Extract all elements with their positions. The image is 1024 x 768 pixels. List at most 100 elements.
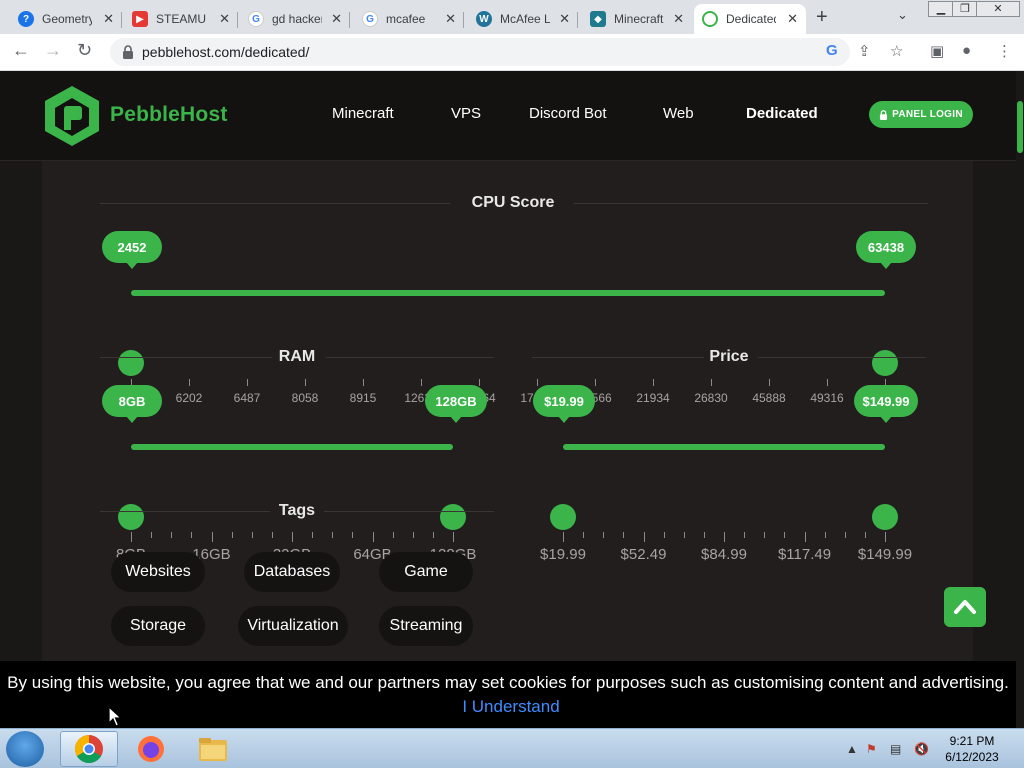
firefox-taskbar-button[interactable] <box>122 731 180 767</box>
browser-tab[interactable]: ◆ Minecraft ✕ <box>582 4 692 34</box>
scale-tick <box>231 532 233 538</box>
scrollbar-thumb[interactable] <box>1017 101 1023 153</box>
sidebar-icon[interactable]: ▣ <box>930 42 944 60</box>
browser-toolbar: ← → ↻ pebblehost.com/dedicated/ G ⇪ ☆ ▣ … <box>0 34 1024 71</box>
scale-tick <box>363 379 364 386</box>
close-icon[interactable]: ✕ <box>219 11 230 27</box>
scale-tick <box>421 379 422 386</box>
browser-tab-active[interactable]: Dedicated ✕ <box>694 4 806 34</box>
price-max-slider-handle[interactable] <box>872 504 898 530</box>
close-icon[interactable]: ✕ <box>787 11 798 27</box>
star-icon[interactable]: ☆ <box>890 42 903 60</box>
scale-tick <box>247 379 248 386</box>
scale-tick <box>769 379 770 386</box>
ram-slider-track[interactable] <box>131 444 453 450</box>
close-icon[interactable]: ✕ <box>559 11 570 27</box>
cpu-slider-track[interactable] <box>131 290 885 296</box>
tag-websites-button[interactable]: Websites <box>111 552 205 592</box>
steam-icon: ▶ <box>132 11 148 27</box>
panel-login-label: PANEL LOGIN <box>892 109 963 120</box>
pebblehost-logo-icon[interactable] <box>42 84 102 148</box>
tab-separator <box>121 12 122 28</box>
tag-streaming-button[interactable]: Streaming <box>379 606 473 646</box>
nav-link-minecraft[interactable]: Minecraft <box>332 105 394 122</box>
reload-icon[interactable]: ↻ <box>77 40 92 61</box>
scale-tick <box>844 532 846 538</box>
close-icon[interactable]: ✕ <box>103 11 114 27</box>
google-lens-icon[interactable]: G <box>826 42 838 59</box>
minimize-icon[interactable]: ▁ <box>928 1 954 17</box>
close-window-icon[interactable]: ✕ <box>976 1 1020 17</box>
scale-tick-label: $149.99 <box>857 546 913 563</box>
scale-tick-label: $84.99 <box>701 546 747 563</box>
chevron-up-icon <box>954 600 976 614</box>
lock-icon <box>880 109 888 120</box>
forward-icon[interactable]: → <box>44 40 62 61</box>
scale-tick <box>171 532 173 538</box>
close-icon[interactable]: ✕ <box>445 11 456 27</box>
scale-tick <box>151 532 153 538</box>
nav-link-dedicated[interactable]: Dedicated <box>746 105 818 122</box>
scale-tick <box>305 379 306 386</box>
scale-tick-label: $52.49 <box>620 546 667 563</box>
site-header: PebbleHost Minecraft VPS Discord Bot Web… <box>0 71 1016 161</box>
start-button[interactable] <box>6 731 44 767</box>
tab-separator <box>577 12 578 28</box>
clock-date: 6/12/2023 <box>945 750 999 764</box>
new-tab-icon[interactable]: + <box>816 6 828 29</box>
system-clock[interactable]: 9:21 PM 6/12/2023 <box>940 733 1004 765</box>
browser-tab[interactable]: G mcafee ✕ <box>354 4 464 34</box>
address-bar[interactable]: pebblehost.com/dedicated/ <box>110 38 850 66</box>
explorer-taskbar-button[interactable] <box>184 731 242 767</box>
share-icon[interactable]: ⇪ <box>858 42 871 60</box>
scroll-to-top-button[interactable] <box>944 587 986 627</box>
divider <box>532 357 704 358</box>
tab-separator <box>349 12 350 28</box>
divider <box>100 511 270 512</box>
wordpress-icon: W <box>476 11 492 27</box>
scale-tick-label: $117.49 <box>777 546 832 563</box>
chrome-taskbar-button[interactable] <box>60 731 118 767</box>
price-slider-track[interactable] <box>563 444 885 450</box>
profile-icon[interactable]: ● <box>962 42 971 59</box>
browser-tab[interactable]: W McAfee LiveSafe ✕ <box>468 4 578 34</box>
menu-icon[interactable]: ⋮ <box>997 42 1012 60</box>
scale-tick <box>479 379 480 386</box>
windows-taskbar: ▲ ⚑ ▤ 🔇 9:21 PM 6/12/2023 <box>0 728 1024 768</box>
cube-icon: ◆ <box>590 11 606 27</box>
close-icon[interactable]: ✕ <box>331 11 342 27</box>
divider <box>100 203 450 204</box>
scale-tick-label: $19.99 <box>540 546 586 563</box>
page-scrollbar[interactable] <box>1016 71 1024 728</box>
tag-game-button[interactable]: Game <box>379 552 473 592</box>
price-min-slider-handle[interactable] <box>550 504 576 530</box>
tag-databases-button[interactable]: Databases <box>244 552 340 592</box>
volume-muted-icon[interactable]: 🔇 <box>914 742 929 756</box>
panel-login-button[interactable]: PANEL LOGIN <box>869 101 973 128</box>
scale-tick <box>332 532 334 538</box>
scale-tick <box>683 532 685 538</box>
browser-tab[interactable]: G gd hacker ✕ <box>240 4 350 34</box>
browser-tab[interactable]: ? Geometry ✕ <box>10 4 122 34</box>
chevron-down-icon[interactable]: ⌄ <box>897 7 908 23</box>
tag-storage-button[interactable]: Storage <box>111 606 205 646</box>
nav-link-web[interactable]: Web <box>663 105 694 122</box>
scale-tick-label: 6487 <box>233 391 261 405</box>
nav-link-discord-bot[interactable]: Discord Bot <box>529 105 607 122</box>
tag-virtualization-button[interactable]: Virtualization <box>238 606 348 646</box>
scale-tick <box>537 379 538 386</box>
nav-link-vps[interactable]: VPS <box>451 105 481 122</box>
close-icon[interactable]: ✕ <box>673 11 684 27</box>
browser-tab[interactable]: ▶ STEAMUNLOCKED ✕ <box>124 4 238 34</box>
logo-text[interactable]: PebbleHost <box>110 103 228 127</box>
scale-tick <box>432 532 434 538</box>
divider <box>326 357 494 358</box>
cookie-accept-link[interactable]: I Understand <box>462 697 559 716</box>
scale-tick <box>804 532 806 542</box>
restore-icon[interactable]: ❐ <box>952 1 978 17</box>
mouse-cursor-icon <box>108 706 122 727</box>
back-icon[interactable]: ← <box>12 40 30 61</box>
network-icon[interactable]: ▤ <box>890 742 901 756</box>
show-hidden-icons-icon[interactable]: ▲ <box>846 742 858 756</box>
action-center-icon[interactable]: ⚑ <box>866 742 877 756</box>
